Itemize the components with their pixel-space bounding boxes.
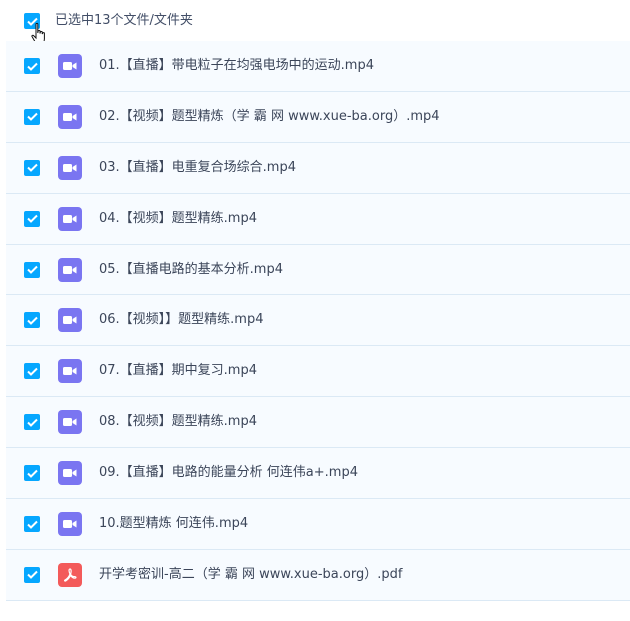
checkmark-icon bbox=[26, 164, 38, 173]
checkmark-icon bbox=[26, 316, 38, 325]
file-name[interactable]: 06.【视频】】题型精练.mp4 bbox=[99, 310, 264, 330]
file-name[interactable]: 09.【直播】电路的能量分析 何连伟a+.mp4 bbox=[99, 463, 358, 483]
selection-count-label: 已选中13个文件/文件夹 bbox=[55, 13, 193, 28]
checkmark-icon bbox=[26, 367, 38, 376]
file-row[interactable]: 05.【直播电路的基本分析.mp4 bbox=[6, 244, 630, 296]
file-checkbox[interactable] bbox=[24, 210, 40, 227]
file-checkbox[interactable] bbox=[24, 58, 40, 74]
file-checkbox[interactable] bbox=[24, 159, 40, 176]
file-checkbox[interactable] bbox=[24, 566, 40, 583]
checkmark-icon bbox=[26, 265, 38, 274]
file-name[interactable]: 08.【视频】题型精练.mp4 bbox=[99, 412, 257, 432]
selection-header: 已选中13个文件/文件夹 bbox=[0, 0, 630, 45]
checkmark-icon bbox=[26, 571, 38, 580]
file-row[interactable]: 开学考密训-高二（学 霸 网 www.xue-ba.org）.pdf bbox=[6, 549, 630, 601]
file-row[interactable]: 06.【视频】】题型精练.mp4 bbox=[6, 295, 630, 347]
file-name[interactable]: 04.【视频】题型精练.mp4 bbox=[99, 209, 257, 229]
video-icon bbox=[58, 359, 82, 384]
video-icon bbox=[58, 308, 82, 333]
checkmark-icon bbox=[26, 113, 38, 122]
pdf-icon bbox=[58, 562, 82, 587]
video-icon bbox=[58, 410, 82, 435]
video-icon bbox=[58, 257, 82, 282]
file-name[interactable]: 01.【直播】带电粒子在均强电场中的运动.mp4 bbox=[99, 56, 374, 76]
file-row[interactable]: 04.【视频】题型精练.mp4 bbox=[6, 193, 630, 245]
file-row[interactable]: 09.【直播】电路的能量分析 何连伟a+.mp4 bbox=[6, 448, 630, 500]
video-icon bbox=[58, 54, 82, 78]
file-row[interactable]: 10.题型精炼 何连伟.mp4 bbox=[6, 499, 630, 550]
file-checkbox[interactable] bbox=[24, 516, 40, 533]
file-checkbox[interactable] bbox=[24, 261, 40, 278]
file-name[interactable]: 05.【直播电路的基本分析.mp4 bbox=[99, 260, 283, 280]
file-checkbox[interactable] bbox=[24, 108, 40, 125]
checkmark-icon bbox=[26, 520, 38, 529]
video-icon bbox=[58, 104, 82, 129]
file-row[interactable]: 07.【直播】期中复习.mp4 bbox=[6, 346, 630, 398]
file-list: 01.【直播】带电粒子在均强电场中的运动.mp4 02.【视频】题型精炼（学 霸 … bbox=[6, 41, 630, 601]
video-icon bbox=[58, 206, 82, 231]
video-icon bbox=[58, 512, 82, 537]
file-checkbox[interactable] bbox=[24, 465, 40, 482]
file-name[interactable]: 07.【直播】期中复习.mp4 bbox=[99, 361, 257, 381]
file-checkbox[interactable] bbox=[24, 414, 40, 431]
file-row[interactable]: 03.【直播】电重复合场综合.mp4 bbox=[6, 142, 630, 194]
file-name[interactable]: 10.题型精炼 何连伟.mp4 bbox=[99, 514, 248, 534]
file-name[interactable]: 03.【直播】电重复合场综合.mp4 bbox=[99, 158, 296, 178]
checkmark-icon bbox=[26, 62, 38, 71]
file-name[interactable]: 02.【视频】题型精炼（学 霸 网 www.xue-ba.org）.mp4 bbox=[99, 107, 440, 127]
file-checkbox[interactable] bbox=[24, 363, 40, 380]
checkmark-icon bbox=[26, 469, 38, 478]
video-icon bbox=[58, 461, 82, 486]
file-row[interactable]: 02.【视频】题型精炼（学 霸 网 www.xue-ba.org）.mp4 bbox=[6, 91, 630, 143]
file-checkbox[interactable] bbox=[24, 312, 40, 329]
file-row[interactable]: 01.【直播】带电粒子在均强电场中的运动.mp4 bbox=[6, 41, 630, 92]
checkmark-icon bbox=[26, 214, 38, 224]
checkmark-icon bbox=[26, 418, 38, 427]
file-name[interactable]: 开学考密训-高二（学 霸 网 www.xue-ba.org）.pdf bbox=[99, 565, 402, 585]
video-icon bbox=[58, 155, 82, 180]
file-row[interactable]: 08.【视频】题型精练.mp4 bbox=[6, 397, 630, 449]
